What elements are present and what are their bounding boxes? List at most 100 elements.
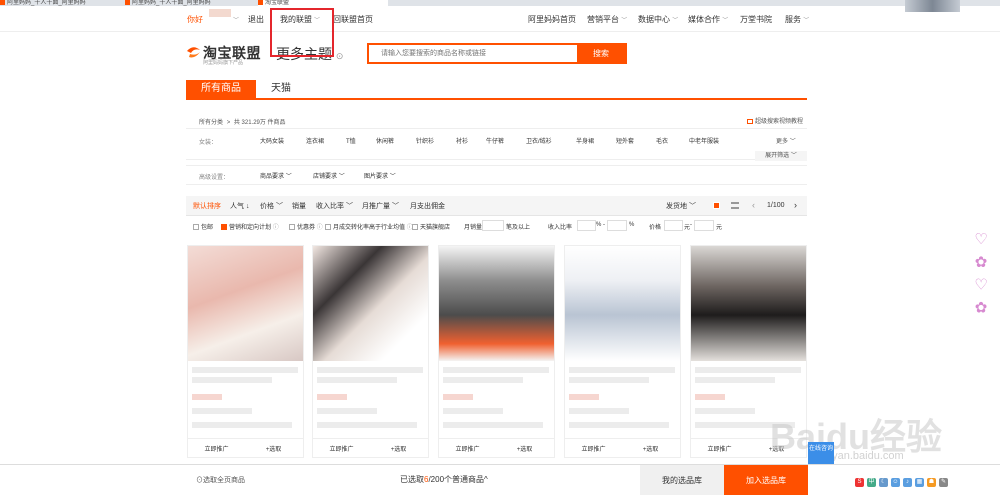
my-library-button[interactable]: 我的选品库 bbox=[640, 465, 724, 495]
filter-more-button[interactable]: 更多 ﹀ bbox=[776, 136, 796, 145]
product-card[interactable]: 立即推广 +选取 bbox=[564, 245, 681, 458]
keyboard-icon[interactable]: ▦ bbox=[915, 477, 924, 487]
promote-button[interactable]: 立即推广 bbox=[439, 444, 496, 453]
select-button[interactable]: +选取 bbox=[245, 444, 302, 453]
product-image[interactable] bbox=[188, 246, 303, 361]
image-requirement-dropdown[interactable]: 图片要求 ﹀ bbox=[364, 171, 396, 180]
product-price-blurred bbox=[192, 394, 222, 400]
filter-item[interactable]: 针织衫 bbox=[416, 136, 434, 145]
list-view-icon[interactable] bbox=[731, 202, 739, 209]
shirt-icon[interactable]: ☗ bbox=[927, 477, 936, 487]
option-marketing-plan[interactable]: 营销和定向计划 ⓘ bbox=[221, 222, 279, 231]
nav-link-academy[interactable]: 万堂书院 bbox=[740, 14, 772, 25]
product-image[interactable] bbox=[439, 246, 554, 361]
product-card[interactable]: 立即推广 +选取 bbox=[438, 245, 555, 458]
next-page-icon[interactable]: › bbox=[794, 200, 797, 210]
filter-item[interactable]: 中老年服装 bbox=[689, 136, 719, 145]
tab-all-products[interactable]: 所有商品 bbox=[186, 80, 256, 98]
grid-view-icon[interactable] bbox=[713, 202, 720, 209]
product-stat-blurred bbox=[443, 408, 503, 414]
checkbox-checked[interactable] bbox=[221, 224, 227, 231]
add-to-library-button[interactable]: 加入选品库 bbox=[724, 465, 808, 495]
filter-item[interactable]: 衬衫 bbox=[456, 136, 468, 145]
sort-monthly-promo[interactable]: 月推广量 ﹀ bbox=[362, 201, 399, 211]
price-min-input[interactable] bbox=[664, 220, 683, 231]
sort-income-rate[interactable]: 收入比率 ﹀ bbox=[316, 201, 353, 211]
nav-link-marketing[interactable]: 营销平台 ﹀ bbox=[587, 14, 627, 25]
tab-tmall[interactable]: 天猫 bbox=[256, 80, 306, 98]
option-conversion-rate[interactable]: 月成交转化率高于行业均值 ⓘ bbox=[325, 222, 413, 231]
filter-item[interactable]: 牛仔裤 bbox=[486, 136, 504, 145]
moon-icon[interactable]: ☾ bbox=[879, 477, 888, 487]
checkbox[interactable] bbox=[193, 224, 199, 231]
monthly-sales-input[interactable] bbox=[482, 220, 504, 231]
product-card[interactable]: 立即推广 +选取 bbox=[312, 245, 429, 458]
back-home-link[interactable]: 回联盟首页 bbox=[333, 14, 373, 25]
select-button[interactable]: +选取 bbox=[622, 444, 679, 453]
ship-from-dropdown[interactable]: 发货地 ﹀ bbox=[666, 201, 696, 211]
prev-page-icon[interactable]: ‹ bbox=[752, 200, 755, 210]
price-max-input[interactable] bbox=[694, 220, 714, 231]
shop-requirement-dropdown[interactable]: 店铺要求 ﹀ bbox=[313, 171, 345, 180]
select-button[interactable]: +选取 bbox=[496, 444, 553, 453]
promote-button[interactable]: 立即推广 bbox=[691, 444, 748, 453]
sogou-icon[interactable]: S bbox=[855, 477, 864, 487]
goods-requirement-dropdown[interactable]: 商品要求 ﹀ bbox=[260, 171, 292, 180]
percent-sign: % bbox=[629, 222, 635, 228]
page-indicator: 1/100 bbox=[767, 202, 785, 209]
filter-item[interactable]: 毛衣 bbox=[656, 136, 668, 145]
theme-circle-icon: ⊙ bbox=[335, 51, 344, 61]
filter-item[interactable]: T恤 bbox=[346, 136, 356, 145]
option-free-shipping[interactable]: 包邮 bbox=[193, 222, 213, 231]
smile-icon[interactable]: ☺ bbox=[891, 477, 900, 487]
nav-link-media[interactable]: 媒体合作 ﹀ bbox=[688, 14, 728, 25]
product-image[interactable] bbox=[691, 246, 806, 361]
select-button[interactable]: +选取 bbox=[370, 444, 427, 453]
option-tmall-flagship[interactable]: 天猫旗舰店 bbox=[412, 222, 450, 231]
filter-item[interactable]: 短外套 bbox=[616, 136, 634, 145]
chevron-down-icon: ﹀ bbox=[688, 203, 696, 210]
selected-count[interactable]: 已选取6/200个普通商品^ bbox=[400, 474, 488, 485]
monthly-sales-label: 月销量 bbox=[464, 225, 483, 231]
mic-icon[interactable]: ♪ bbox=[903, 477, 912, 487]
nav-link-alimama[interactable]: 阿里妈妈首页 bbox=[528, 14, 576, 25]
nav-link-service[interactable]: 服务 ﹀ bbox=[785, 14, 809, 25]
sort-default[interactable]: 默认排序 bbox=[193, 201, 221, 211]
checkbox[interactable] bbox=[325, 224, 331, 231]
income-min-input[interactable] bbox=[577, 220, 596, 231]
chevron-down-icon[interactable]: ﹀ bbox=[233, 15, 239, 24]
nav-link-data[interactable]: 数据中心 ﹀ bbox=[638, 14, 678, 25]
filter-item[interactable]: 连衣裙 bbox=[306, 136, 324, 145]
option-coupon[interactable]: 优惠券 ⓘ bbox=[289, 222, 323, 231]
product-image[interactable] bbox=[565, 246, 680, 361]
video-icon bbox=[747, 118, 753, 124]
promote-button[interactable]: 立即推广 bbox=[188, 444, 245, 453]
expand-filter-button[interactable]: 展开筛选 ﹀ bbox=[755, 151, 807, 161]
search-input[interactable] bbox=[369, 45, 577, 62]
filter-item[interactable]: 大码女装 bbox=[260, 136, 284, 145]
product-card[interactable]: 立即推广 +选取 bbox=[187, 245, 304, 458]
sort-sales[interactable]: 销量 bbox=[292, 201, 306, 211]
sort-popularity[interactable]: 人气 ↓ bbox=[230, 201, 249, 211]
online-consult-button[interactable]: 在线咨询 bbox=[808, 442, 834, 464]
taobao-union-logo[interactable]: 淘宝联盟 阿里妈妈旗下产品 bbox=[186, 42, 270, 66]
product-image[interactable] bbox=[313, 246, 428, 361]
checkbox[interactable] bbox=[412, 224, 418, 231]
logo-subtitle: 阿里妈妈旗下产品 bbox=[203, 60, 244, 66]
income-max-input[interactable] bbox=[607, 220, 627, 231]
ime-chinese-icon[interactable]: 中 bbox=[867, 477, 876, 487]
filter-item[interactable]: 卫衣/绒衫 bbox=[526, 136, 552, 145]
promote-button[interactable]: 立即推广 bbox=[565, 444, 622, 453]
sort-monthly-commission[interactable]: 月支出佣金 bbox=[410, 201, 445, 211]
wrench-icon[interactable]: ✎ bbox=[939, 477, 948, 487]
checkbox[interactable] bbox=[289, 224, 295, 231]
search-button[interactable]: 搜索 bbox=[577, 45, 625, 62]
filter-item[interactable]: 休闲裤 bbox=[376, 136, 394, 145]
sort-price[interactable]: 价格 ﹀ bbox=[260, 201, 283, 211]
logout-link[interactable]: 退出 bbox=[248, 14, 264, 25]
super-search-tutorial-link[interactable]: 超级搜索视频教程 bbox=[747, 116, 803, 125]
chevron-down-icon: ﹀ bbox=[790, 153, 797, 159]
select-all-page-link[interactable]: ⊙选取全页商品 bbox=[196, 475, 245, 485]
filter-item[interactable]: 半身裙 bbox=[576, 136, 594, 145]
promote-button[interactable]: 立即推广 bbox=[313, 444, 370, 453]
